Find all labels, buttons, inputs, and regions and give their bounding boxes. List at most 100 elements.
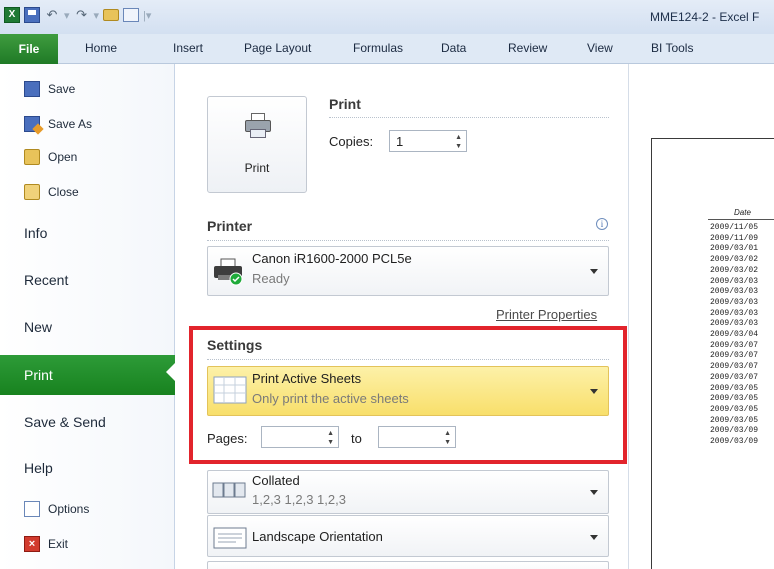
- preview-date-cell: 2009/03/03: [710, 319, 759, 329]
- tab-formulas[interactable]: Formulas: [353, 41, 403, 55]
- pages-to-input[interactable]: ▲ ▼: [378, 426, 456, 448]
- ribbon-tabs: File Home Insert Page Layout Formulas Da…: [0, 34, 774, 64]
- divider: [207, 240, 609, 241]
- save-icon: [24, 81, 40, 97]
- nav-exit[interactable]: × Exit: [0, 533, 175, 555]
- preview-date-cell: 2009/03/07: [710, 340, 759, 350]
- chevron-down-icon: [590, 269, 598, 274]
- orientation-label: Landscape Orientation: [252, 529, 383, 544]
- print-scope-dropdown[interactable]: Print Active Sheets Only print the activ…: [207, 366, 609, 416]
- exit-icon: ×: [24, 536, 40, 552]
- undo-dropdown-icon[interactable]: ▾: [64, 9, 70, 22]
- print-scope-description: Only print the active sheets: [252, 391, 409, 406]
- preview-date-cell: 2009/03/03: [710, 297, 759, 307]
- print-section-title: Print: [329, 96, 361, 112]
- print-settings-panel: Print Print Copies: 1 ▲ ▼ Printer i Canon…: [176, 64, 629, 569]
- preview-date-cell: 2009/03/07: [710, 362, 759, 372]
- options-icon: [24, 501, 40, 517]
- pages-to-label: to: [351, 431, 362, 446]
- printer-device-icon: [214, 258, 243, 286]
- info-icon[interactable]: i: [596, 218, 608, 230]
- nav-close[interactable]: Close: [0, 181, 175, 203]
- close-folder-icon: [24, 184, 40, 200]
- spinner-arrows-icon[interactable]: ▲ ▼: [455, 133, 462, 151]
- printer-properties-link[interactable]: Printer Properties: [496, 307, 597, 322]
- pages-from-input[interactable]: ▲ ▼: [261, 426, 339, 448]
- preview-date-cell: 2009/03/05: [710, 383, 759, 393]
- preview-date-cell: 2009/03/07: [710, 351, 759, 361]
- tab-page-layout[interactable]: Page Layout: [244, 41, 311, 55]
- nav-new[interactable]: New: [0, 310, 175, 344]
- redo-icon[interactable]: ↷: [74, 7, 90, 23]
- redo-dropdown-icon[interactable]: ▾: [94, 9, 100, 22]
- tab-insert[interactable]: Insert: [173, 41, 203, 55]
- divider: [329, 117, 609, 118]
- nav-save-as[interactable]: Save As: [0, 113, 175, 135]
- nav-help[interactable]: Help: [0, 451, 175, 485]
- print-preview-pane: Date 2009/11/05 2009/11/09 2009/03/01 2009/…: [630, 64, 774, 569]
- preview-date-cell: 2009/11/09: [710, 233, 759, 243]
- chevron-down-icon: [590, 490, 598, 495]
- customize-toolbar-icon[interactable]: |▾: [143, 9, 151, 22]
- excel-logo-icon[interactable]: X: [4, 7, 20, 23]
- nav-open[interactable]: Open: [0, 146, 175, 168]
- tab-data[interactable]: Data: [441, 41, 466, 55]
- tab-home[interactable]: Home: [85, 41, 117, 55]
- preview-date-cell: 2009/03/02: [710, 255, 759, 265]
- preview-date-cell: 2009/03/03: [710, 308, 759, 318]
- spinner-arrows-icon[interactable]: ▲ ▼: [444, 429, 451, 447]
- collation-dropdown[interactable]: Collated 1,2,3 1,2,3 1,2,3: [207, 470, 609, 514]
- printer-status: Ready: [252, 271, 290, 286]
- collation-description: 1,2,3 1,2,3 1,2,3: [252, 492, 346, 507]
- printer-section-title: Printer: [207, 218, 253, 234]
- preview-date-cell: 2009/03/03: [710, 276, 759, 286]
- quick-open-icon[interactable]: [103, 9, 120, 21]
- landscape-orientation-icon: [213, 527, 247, 549]
- preview-date-cell: 2009/03/03: [710, 287, 759, 297]
- nav-save-send[interactable]: Save & Send: [0, 405, 175, 439]
- print-button[interactable]: Print: [207, 96, 307, 193]
- active-sheets-icon: [213, 376, 247, 404]
- preview-date-cell: 2009/03/05: [710, 404, 759, 414]
- pages-label: Pages:: [207, 431, 248, 446]
- orientation-dropdown[interactable]: Landscape Orientation: [207, 515, 609, 557]
- collation-label: Collated: [252, 473, 300, 488]
- tab-bi-tools[interactable]: BI Tools: [651, 41, 693, 55]
- preview-date-cell: 2009/03/01: [710, 244, 759, 254]
- preview-date-cell: 2009/03/02: [710, 265, 759, 275]
- quick-access-toolbar: X ↶ ▾ ↷ ▾ |▾: [4, 5, 151, 25]
- printer-name: Canon iR1600-2000 PCL5e: [252, 251, 412, 266]
- preview-sheet: Date 2009/11/05 2009/11/09 2009/03/01 2009/…: [651, 138, 774, 569]
- preview-date-cell: 2009/03/05: [710, 394, 759, 404]
- tab-view[interactable]: View: [587, 41, 613, 55]
- copies-spinner[interactable]: 1 ▲ ▼: [389, 130, 467, 152]
- preview-date-cell: 2009/03/05: [710, 415, 759, 425]
- window-title: MME124-2 - Excel F: [650, 10, 760, 24]
- preview-column-header: Date: [734, 208, 751, 217]
- printer-icon: [245, 113, 271, 139]
- preview-date-cell: 2009/03/04: [710, 330, 759, 339]
- copies-label: Copies:: [329, 134, 374, 149]
- nav-recent[interactable]: Recent: [0, 263, 175, 297]
- preview-date-cell: 2009/03/09: [710, 426, 759, 436]
- preview-date-cell: 2009/03/07: [710, 372, 759, 382]
- next-setting-dropdown[interactable]: [207, 561, 609, 569]
- nav-info[interactable]: Info: [0, 216, 175, 250]
- copies-value: 1: [396, 134, 404, 149]
- nav-options[interactable]: Options: [0, 498, 175, 520]
- divider: [207, 359, 609, 360]
- preview-date-cell: 2009/11/05: [710, 223, 759, 232]
- spinner-arrows-icon[interactable]: ▲ ▼: [327, 429, 334, 447]
- save-as-icon: [24, 116, 40, 132]
- printer-dropdown[interactable]: Canon iR1600-2000 PCL5e Ready: [207, 246, 609, 296]
- open-folder-icon: [24, 149, 40, 165]
- print-preview-icon[interactable]: [123, 8, 140, 22]
- nav-save[interactable]: Save: [0, 78, 175, 100]
- tab-review[interactable]: Review: [508, 41, 547, 55]
- tab-file[interactable]: File: [0, 34, 58, 64]
- preview-date-cell: 2009/03/09: [710, 437, 759, 446]
- quick-save-icon[interactable]: [24, 7, 40, 23]
- undo-icon[interactable]: ↶: [44, 7, 60, 23]
- chevron-down-icon: [590, 389, 598, 394]
- nav-save-send-wrap: [0, 374, 175, 408]
